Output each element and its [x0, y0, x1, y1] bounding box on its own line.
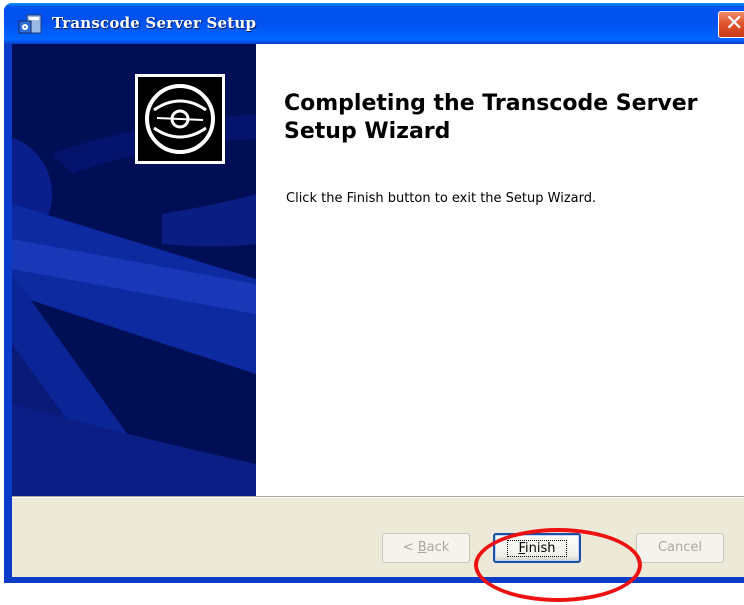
highlight-ring [474, 528, 642, 602]
window-title: Transcode Server Setup [52, 14, 257, 32]
back-button-mnemonic: B [417, 540, 427, 555]
close-button[interactable]: ✕ [718, 11, 744, 38]
wizard-banner [12, 44, 256, 496]
wizard-content: Completing the Transcode Server Setup Wi… [256, 44, 744, 496]
cancel-button[interactable]: Cancel [636, 533, 724, 563]
close-icon: ✕ [725, 11, 744, 36]
back-button-label: ack [426, 540, 450, 555]
title-bar[interactable]: Transcode Server Setup ✕ [4, 3, 744, 44]
page-description: Click the Finish button to exit the Setu… [286, 191, 597, 206]
installer-icon [18, 14, 42, 34]
footer-divider [12, 496, 744, 498]
back-button[interactable]: < Back [382, 533, 470, 563]
setup-window: Transcode Server Setup ✕ Completing the … [4, 3, 744, 583]
cancel-button-label: Cancel [657, 540, 703, 555]
back-button-prefix: < [402, 540, 418, 555]
cd-disc-icon [135, 74, 225, 164]
window-client-area: Completing the Transcode Server Setup Wi… [12, 44, 744, 577]
page-title: Completing the Transcode Server Setup Wi… [284, 91, 698, 144]
